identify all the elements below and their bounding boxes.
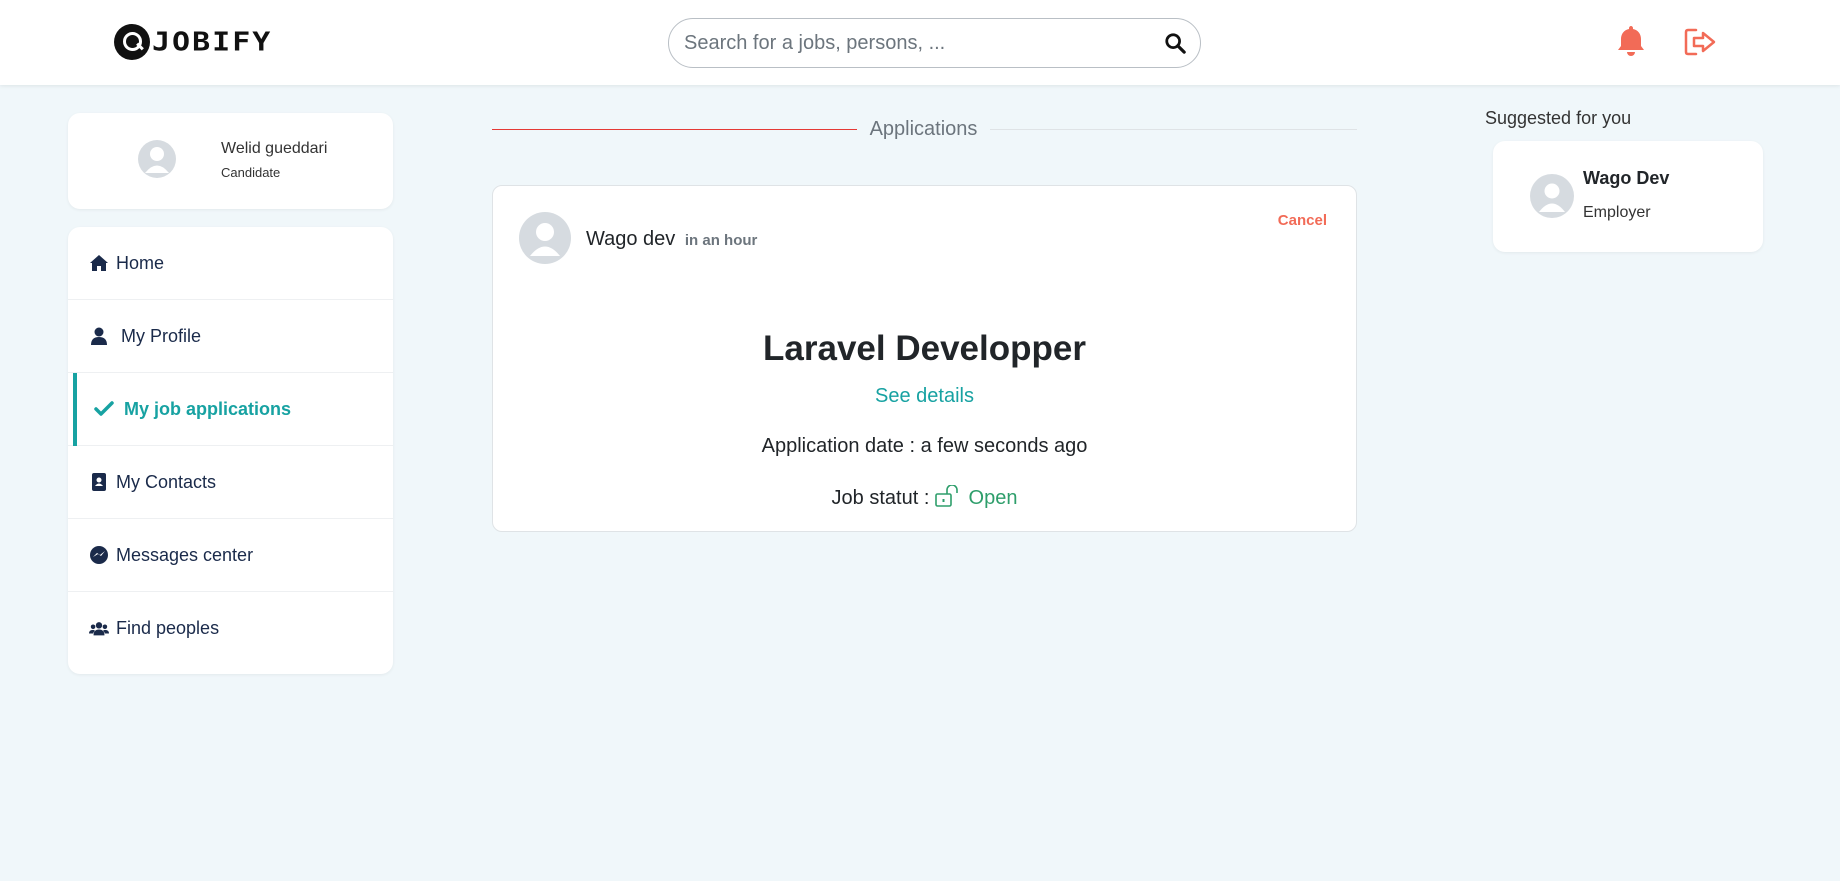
sidebar-item-my-job-applications[interactable]: My job applications <box>68 373 393 446</box>
search-input[interactable] <box>684 19 1154 67</box>
application-time: in an hour <box>684 232 758 249</box>
logout-icon[interactable] <box>1683 27 1717 57</box>
suggestion-role: Employer <box>1583 204 1651 221</box>
unlock-icon <box>935 485 958 507</box>
avatar <box>1530 174 1574 218</box>
brand-name: JOBIFY <box>152 27 273 57</box>
employer-name[interactable]: Wago dev <box>586 228 675 250</box>
section-divider-left <box>492 129 857 130</box>
suggested-title: Suggested for you <box>1485 108 1632 128</box>
job-status-value: Open <box>968 487 1018 509</box>
home-icon <box>90 255 108 271</box>
profile-role: Candidate <box>221 165 281 180</box>
check-icon <box>94 401 114 416</box>
sidebar-item-my-contacts[interactable]: My Contacts <box>68 446 393 519</box>
job-status-label: Job statut : <box>831 487 930 509</box>
sidebar-item-label: My Profile <box>121 325 202 346</box>
profile-name: Welid gueddari <box>221 140 328 157</box>
sidebar-item-messages-center[interactable]: Messages center <box>68 519 393 592</box>
messenger-icon <box>90 546 108 564</box>
search-icon[interactable] <box>1164 32 1186 54</box>
application-card: Wago dev in an hour Cancel Laravel Devel… <box>492 185 1357 532</box>
application-date: Application date : a few seconds ago <box>761 435 1088 457</box>
sidebar-item-label: My Contacts <box>116 471 217 492</box>
cancel-button[interactable]: Cancel <box>1278 212 1327 229</box>
sidebar-item-home[interactable]: Home <box>68 227 393 300</box>
avatar <box>136 138 178 180</box>
sidebar-item-label: My job applications <box>124 398 292 419</box>
job-title: Laravel Developper <box>763 329 1086 368</box>
employer-avatar <box>519 212 571 264</box>
sidebar-item-label: Find peoples <box>116 618 220 638</box>
section-title: Applications <box>869 118 978 140</box>
sidebar-item-my-profile[interactable]: My Profile <box>68 300 393 373</box>
job-status: Job statut : Open <box>493 485 1356 510</box>
address-book-icon <box>92 473 106 491</box>
search-logo-icon <box>114 24 150 60</box>
sidebar-item-label: Messages center <box>116 544 254 565</box>
search-box <box>668 18 1201 68</box>
sidebar-item-find-peoples[interactable]: Find peoples <box>68 592 393 665</box>
see-details-link[interactable]: See details <box>493 385 1356 408</box>
bell-icon[interactable] <box>1616 24 1646 58</box>
user-icon <box>91 327 107 345</box>
sidebar-nav: Home My Profile My job applications My C… <box>68 227 393 674</box>
sidebar-item-label: Home <box>116 252 165 273</box>
profile-card[interactable]: Welid gueddari Candidate <box>68 113 393 209</box>
employer-name-line: Wago dev in an hour <box>586 228 757 251</box>
jobify-logo[interactable]: JOBIFY <box>114 22 272 62</box>
users-icon <box>89 621 109 635</box>
suggestion-card[interactable]: Wago Dev Employer <box>1493 141 1763 252</box>
top-navbar: JOBIFY <box>0 0 1840 85</box>
section-divider-right <box>990 129 1357 130</box>
suggestion-name[interactable]: Wago Dev <box>1583 168 1669 189</box>
